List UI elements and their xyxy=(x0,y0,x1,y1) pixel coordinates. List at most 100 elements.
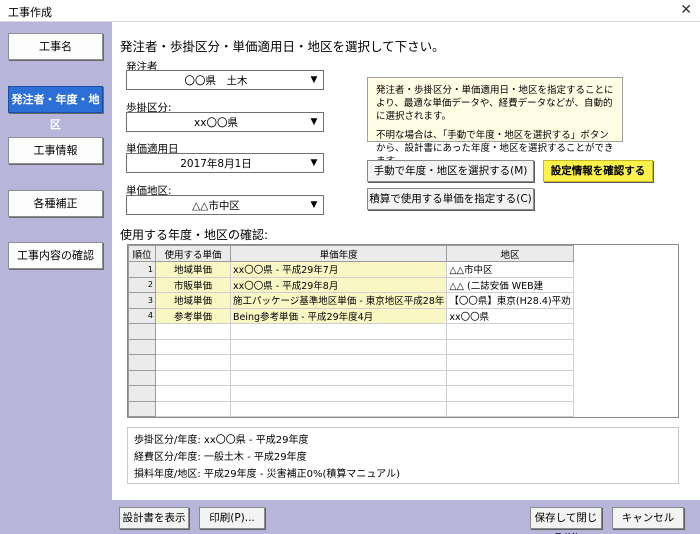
empty-cell[interactable] xyxy=(155,369,231,386)
table-header-row: 順位 使用する単価 単価年度 地区 xyxy=(128,245,574,262)
main-panel: 発注者・歩掛区分・単価適用日・地区を選択して下さい。 発注者 〇〇県 土木 ▼ … xyxy=(112,22,700,500)
table-row-empty[interactable] xyxy=(128,400,574,417)
table-row[interactable]: 4 参考単価 Being参考単価 - 平成29年度4月 xx〇〇県 xyxy=(128,307,574,324)
table-row-empty[interactable] xyxy=(128,323,574,340)
price-year-cell[interactable]: xx〇〇県 - 平成29年8月 xyxy=(229,276,448,293)
orderer-value: 〇〇県 土木 xyxy=(184,75,248,87)
page-heading: 発注者・歩掛区分・単価適用日・地区を選択して下さい。 xyxy=(120,39,445,54)
empty-cell[interactable] xyxy=(446,385,574,402)
bottom-bar: 設計書を表示 印刷(P)... 保存して閉じる(X) キャンセル xyxy=(112,500,700,534)
empty-cell[interactable] xyxy=(155,323,231,340)
area-value: △△市中区 xyxy=(192,200,240,212)
rank-cell xyxy=(128,416,156,417)
table-row[interactable]: 3 地域単価 施工パッケージ基準地区単価 - 東京地区平成28年 【〇〇県】東京… xyxy=(128,292,574,309)
summary-panel: 歩掛区分/年度: xx〇〇県 - 平成29年度 経費区分/年度: 一般土木 - … xyxy=(127,427,679,484)
rank-cell: 4 xyxy=(128,307,156,324)
empty-cell[interactable] xyxy=(155,338,231,355)
area-cell[interactable]: 【〇〇県】東京(H28.4)平劝 xyxy=(446,292,574,309)
sidebar-item-corrections[interactable]: 各種補正 xyxy=(8,190,103,217)
price-type-cell[interactable]: 市販単価 xyxy=(155,276,231,293)
sidebar: 工事名 発注者・年度・地区 工事情報 各種補正 工事内容の確認 xyxy=(0,22,112,534)
sidebar-item-confirm-content[interactable]: 工事内容の確認 xyxy=(8,242,103,269)
estimate-price-button[interactable]: 積算で使用する単価を指定する(C) xyxy=(367,188,534,210)
summary-expense: 経費区分/年度: 一般土木 - 平成29年度 xyxy=(134,452,307,463)
show-design-button[interactable]: 設計書を表示 xyxy=(119,507,189,529)
price-year-cell[interactable]: xx〇〇県 - 平成29年7月 xyxy=(229,261,448,278)
empty-rows xyxy=(128,323,574,417)
rank-cell: 1 xyxy=(128,261,156,278)
empty-cell[interactable] xyxy=(155,385,231,402)
rank-cell xyxy=(128,385,156,402)
rank-cell xyxy=(128,338,156,355)
empty-cell[interactable] xyxy=(229,338,448,355)
price-type-cell[interactable]: 参考単価 xyxy=(155,307,231,324)
col-header-area: 地区 xyxy=(446,245,574,262)
rank-cell xyxy=(128,354,156,371)
cancel-button[interactable]: キャンセル xyxy=(612,507,684,529)
bukake-value: xx〇〇県 xyxy=(194,117,238,129)
area-cell[interactable]: △△市中区 xyxy=(446,261,574,278)
orderer-select[interactable]: 〇〇県 土木 ▼ xyxy=(126,70,324,90)
empty-cell[interactable] xyxy=(446,416,574,417)
table-row-empty[interactable] xyxy=(128,369,574,386)
empty-cell[interactable] xyxy=(229,369,448,386)
price-type-cell[interactable]: 地域単価 xyxy=(155,261,231,278)
chevron-down-icon[interactable]: ▼ xyxy=(307,198,321,212)
empty-cell[interactable] xyxy=(155,400,231,417)
empty-cell[interactable] xyxy=(155,416,231,417)
year-area-table[interactable]: 順位 使用する単価 単価年度 地区 1 地域単価 xx〇〇県 - 平成29年7月… xyxy=(127,244,679,418)
col-header-price-used: 使用する単価 xyxy=(155,245,231,262)
rank-cell xyxy=(128,400,156,417)
table: 順位 使用する単価 単価年度 地区 1 地域単価 xx〇〇県 - 平成29年7月… xyxy=(128,245,574,417)
col-header-rank: 順位 xyxy=(128,245,156,262)
empty-cell[interactable] xyxy=(446,338,574,355)
summary-loss: 損料年度/地区: 平成29年度 - 災害補正0%(積算マニュアル) xyxy=(134,469,400,480)
table-row-empty[interactable] xyxy=(128,385,574,402)
table-row-empty[interactable] xyxy=(128,338,574,355)
print-button[interactable]: 印刷(P)... xyxy=(199,507,265,529)
price-year-cell[interactable]: 施工パッケージ基準地区単価 - 東京地区平成28年 xyxy=(229,292,448,309)
rank-cell xyxy=(128,369,156,386)
manual-select-button[interactable]: 手動で年度・地区を選択する(M) xyxy=(367,160,534,182)
empty-cell[interactable] xyxy=(229,385,448,402)
sidebar-item-project-info[interactable]: 工事情報 xyxy=(8,137,103,164)
table-row-empty[interactable] xyxy=(128,354,574,371)
price-type-cell[interactable]: 地域単価 xyxy=(155,292,231,309)
empty-cell[interactable] xyxy=(446,354,574,371)
save-close-button[interactable]: 保存して閉じる(X) xyxy=(530,507,602,534)
chevron-down-icon[interactable]: ▼ xyxy=(307,156,321,170)
area-cell[interactable]: △△ (二誌安価 WEB建 xyxy=(446,276,574,293)
bukake-select[interactable]: xx〇〇県 ▼ xyxy=(126,112,324,132)
empty-cell[interactable] xyxy=(229,323,448,340)
rank-cell: 3 xyxy=(128,292,156,309)
title-bar: 工事作成 ✕ xyxy=(0,0,700,22)
empty-cell[interactable] xyxy=(229,354,448,371)
empty-cell[interactable] xyxy=(446,323,574,340)
price-year-cell[interactable]: Being参考単価 - 平成29年度4月 xyxy=(229,307,448,324)
empty-cell[interactable] xyxy=(155,354,231,371)
date-value: 2017年8月1日 xyxy=(180,158,252,170)
col-header-price-year: 単価年度 xyxy=(229,245,448,262)
area-select[interactable]: △△市中区 ▼ xyxy=(126,195,324,215)
sidebar-item-project-name[interactable]: 工事名 xyxy=(8,33,103,60)
chevron-down-icon[interactable]: ▼ xyxy=(307,115,321,129)
close-icon[interactable]: ✕ xyxy=(680,2,692,18)
empty-cell[interactable] xyxy=(229,400,448,417)
empty-cell[interactable] xyxy=(446,400,574,417)
empty-cell[interactable] xyxy=(229,416,448,417)
table-row-empty[interactable] xyxy=(128,416,574,417)
area-cell[interactable]: xx〇〇県 xyxy=(446,307,574,324)
empty-cell[interactable] xyxy=(446,369,574,386)
section-title: 使用する年度・地区の確認: xyxy=(120,228,269,242)
table-row[interactable]: 2 市販単価 xx〇〇県 - 平成29年8月 △△ (二誌安価 WEB建 xyxy=(128,276,574,293)
rank-cell: 2 xyxy=(128,276,156,293)
summary-bukake: 歩掛区分/年度: xx〇〇県 - 平成29年度 xyxy=(134,435,309,446)
sidebar-item-orderer-year-area[interactable]: 発注者・年度・地区 xyxy=(8,86,103,131)
chevron-down-icon[interactable]: ▼ xyxy=(307,73,321,87)
window-title: 工事作成 xyxy=(8,6,52,19)
table-row[interactable]: 1 地域単価 xx〇〇県 - 平成29年7月 △△市中区 xyxy=(128,261,574,278)
info-box: 発注者・歩掛区分・単価適用日・地区を指定することにより、最適な単価データや、経費… xyxy=(367,77,623,167)
info-text-1: 発注者・歩掛区分・単価適用日・地区を指定することにより、最適な単価データや、経費… xyxy=(376,85,614,122)
confirm-settings-button[interactable]: 設定情報を確認する xyxy=(543,160,653,182)
date-select[interactable]: 2017年8月1日 ▼ xyxy=(126,153,324,173)
